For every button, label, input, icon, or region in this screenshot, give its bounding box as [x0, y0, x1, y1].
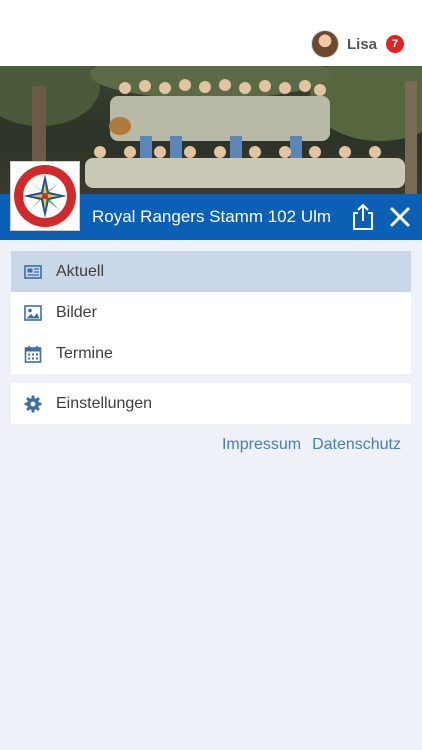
top-bar: Lisa 7 [0, 0, 422, 66]
settings-menu: Einstellungen [11, 383, 411, 424]
menu-item-label: Bilder [56, 303, 97, 321]
newspaper-icon [24, 265, 42, 279]
main-menu: Aktuell Bilder Termine [11, 251, 411, 374]
user-name[interactable]: Lisa [347, 36, 377, 53]
royal-rangers-logo-icon [14, 165, 76, 227]
gear-icon [24, 395, 42, 413]
close-icon [390, 207, 410, 227]
menu-item-bilder[interactable]: Bilder [11, 292, 411, 333]
image-icon [24, 305, 42, 321]
menu-item-label: Termine [56, 344, 113, 362]
datenschutz-link[interactable]: Datenschutz [312, 436, 401, 454]
footer-links: Impressum Datenschutz [222, 436, 401, 454]
close-button[interactable] [388, 205, 412, 229]
impressum-link[interactable]: Impressum [222, 436, 301, 454]
group-title: Royal Rangers Stamm 102 Ulm [92, 207, 332, 226]
menu-item-aktuell[interactable]: Aktuell [11, 251, 411, 292]
menu-item-einstellungen[interactable]: Einstellungen [11, 383, 411, 424]
share-button[interactable] [350, 203, 376, 231]
menu-item-label: Aktuell [56, 262, 105, 280]
group-logo [10, 161, 80, 231]
user-profile[interactable]: Lisa 7 [310, 30, 404, 58]
share-icon [353, 203, 373, 230]
menu-item-termine[interactable]: Termine [11, 333, 411, 374]
avatar[interactable] [310, 30, 339, 58]
notification-badge[interactable]: 7 [386, 35, 404, 53]
menu-item-label: Einstellungen [56, 394, 153, 412]
calendar-icon [24, 346, 42, 363]
